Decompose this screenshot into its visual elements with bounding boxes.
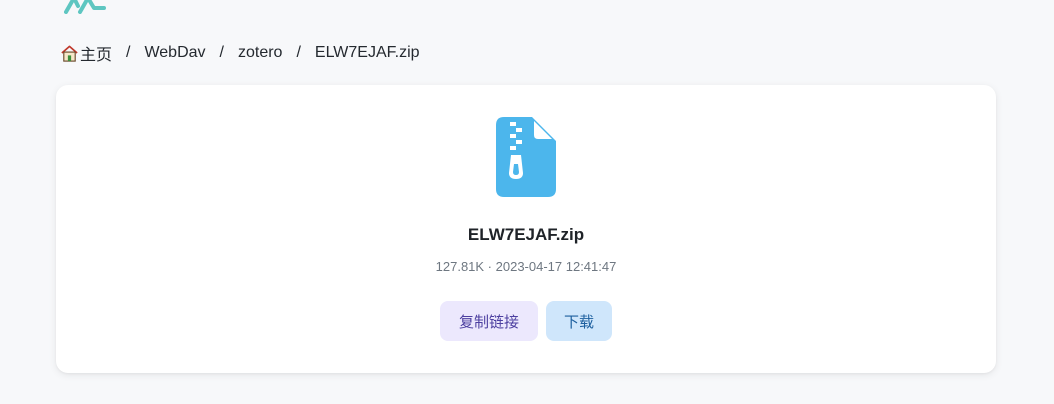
breadcrumb-separator: / [219, 44, 224, 61]
breadcrumb-zotero[interactable]: zotero [238, 44, 282, 62]
breadcrumb-separator: / [126, 44, 131, 61]
breadcrumb-separator: / [296, 44, 301, 61]
file-preview-card: ELW7EJAF.zip 127.81K · 2023-04-17 12:41:… [56, 85, 996, 373]
copy-link-button[interactable]: 复制链接 [440, 301, 538, 341]
app-logo[interactable] [64, 0, 108, 14]
logo-icon [64, 0, 106, 14]
breadcrumb-current-file: ELW7EJAF.zip [314, 44, 420, 61]
download-button[interactable]: 下载 [546, 301, 612, 341]
zip-file-icon [496, 117, 556, 197]
file-meta: 127.81K · 2023-04-17 12:41:47 [435, 259, 617, 274]
file-name: ELW7EJAF.zip [467, 225, 585, 244]
breadcrumb-home[interactable]: 主页 [60, 41, 112, 65]
home-icon [61, 45, 78, 62]
file-actions: 复制链接 下载 [56, 301, 996, 341]
breadcrumb: 主页 / WebDav / zotero / ELW7EJAF.zip [60, 42, 420, 64]
breadcrumb-webdav[interactable]: WebDav [144, 44, 205, 62]
breadcrumb-home-label: 主页 [80, 47, 113, 64]
